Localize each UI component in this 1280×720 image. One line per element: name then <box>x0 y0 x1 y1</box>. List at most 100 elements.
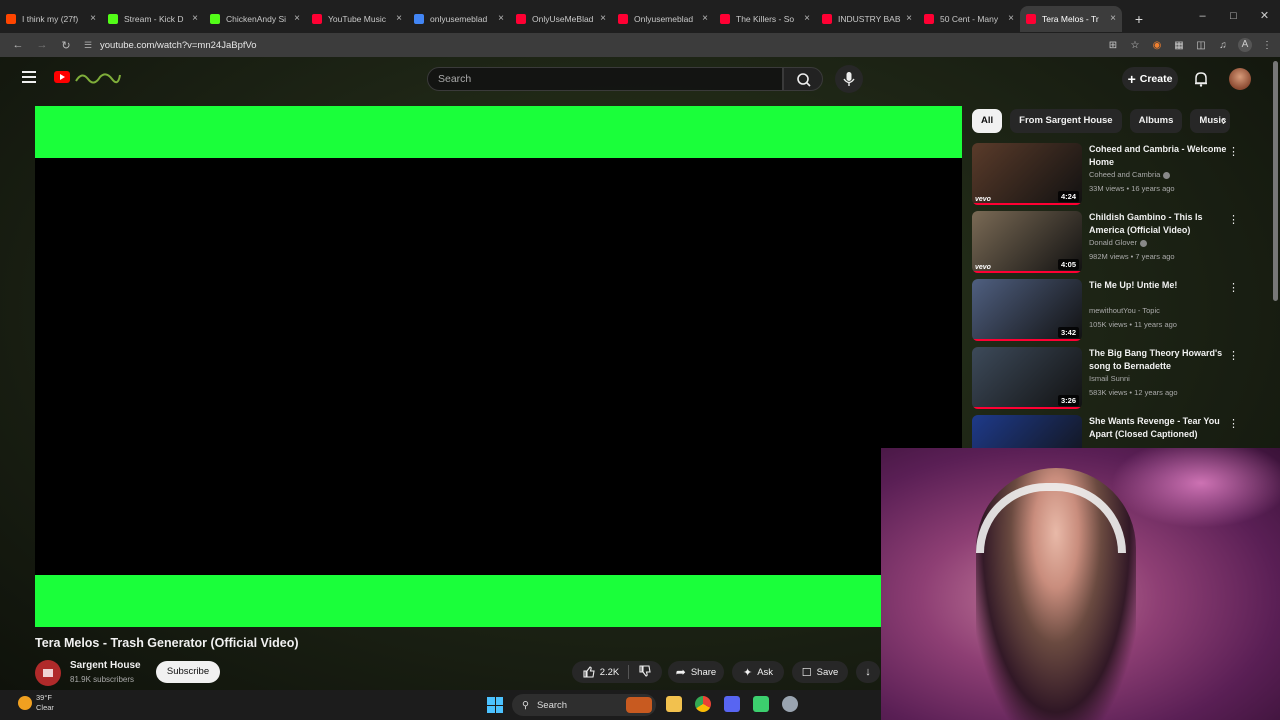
recommendation-title[interactable]: The Big Bang Theory Howard's song to Ber… <box>1089 347 1229 373</box>
recommendation-channel[interactable]: Donald Glover <box>1089 238 1147 247</box>
notifications-bell-icon[interactable] <box>1192 70 1210 88</box>
menu-icon[interactable] <box>22 71 36 83</box>
channel-name[interactable]: Sargent House <box>70 660 141 671</box>
extension-icon[interactable]: ◉ <box>1150 40 1164 51</box>
site-info-icon[interactable]: ☰ <box>84 40 100 51</box>
tab-close-icon[interactable]: × <box>294 13 300 24</box>
subscribe-button[interactable]: Subscribe <box>156 661 220 683</box>
chip-all[interactable]: All <box>972 109 1003 133</box>
taskbar-search[interactable]: ⚲ Search <box>512 694 656 716</box>
tab-close-icon[interactable]: × <box>1008 13 1014 24</box>
bookmark-star-icon[interactable]: ☆ <box>1128 40 1142 51</box>
recommendation-title[interactable]: Childish Gambino - This Is America (Offi… <box>1089 211 1229 237</box>
back-icon[interactable]: ← <box>6 39 30 51</box>
windows-start-icon[interactable] <box>487 697 503 713</box>
like-button[interactable]: 2.2K <box>582 665 619 679</box>
weather-widget[interactable]: 39°F Clear <box>18 693 54 713</box>
recommendation-channel[interactable]: Coheed and Cambria <box>1089 170 1171 179</box>
share-button[interactable]: ➦ Share <box>668 661 724 683</box>
maximize-icon[interactable]: □ <box>1218 0 1249 33</box>
browser-tab[interactable]: YouTube Music × <box>306 6 408 32</box>
video-thumbnail[interactable]: 3:26 <box>972 347 1082 409</box>
browser-tab[interactable]: The Killers - So × <box>714 6 816 32</box>
recommendation-item[interactable]: 4:24 vevo Coheed and Cambria - Welcome Hom… <box>972 143 1242 207</box>
recommendation-title[interactable]: Tie Me Up! Untie Me! <box>1089 279 1229 292</box>
extensions-puzzle-icon[interactable]: ▦ <box>1172 40 1186 51</box>
search-input[interactable]: Search <box>427 67 783 91</box>
recommendation-channel[interactable]: Ismail Sunni <box>1089 374 1130 383</box>
create-button[interactable]: + Create <box>1122 67 1178 91</box>
tab-close-icon[interactable]: × <box>498 13 504 24</box>
video-player[interactable] <box>35 106 962 627</box>
tab-close-icon[interactable]: × <box>396 13 402 24</box>
search-button[interactable] <box>783 67 823 91</box>
plus-icon: + <box>1127 71 1136 87</box>
browser-tab[interactable]: I think my (27f) × <box>0 6 102 32</box>
video-thumbnail[interactable]: 4:05 vevo <box>972 211 1082 273</box>
streaming-app-icon[interactable] <box>753 696 769 712</box>
browser-tab[interactable]: INDUSTRY BAB × <box>816 6 918 32</box>
recommendation-title[interactable]: She Wants Revenge - Tear You Apart (Clos… <box>1089 415 1229 441</box>
reload-icon[interactable]: ↻ <box>54 39 78 52</box>
video-thumbnail[interactable]: 4:24 vevo <box>972 143 1082 205</box>
channel-avatar[interactable] <box>35 660 61 686</box>
chrome-icon[interactable] <box>695 696 711 712</box>
ask-button[interactable]: ✦ Ask <box>732 661 784 683</box>
forward-icon[interactable]: → <box>30 39 54 51</box>
more-options-icon[interactable]: ⋮ <box>1228 145 1239 158</box>
chevron-right-icon[interactable]: › <box>1214 110 1234 132</box>
video-thumbnail[interactable]: 3:42 <box>972 279 1082 341</box>
address-bar[interactable]: ☰ youtube.com/watch?v=mn24JaBpfVo <box>84 35 1104 55</box>
media-controls-icon[interactable]: ♫ <box>1216 40 1230 51</box>
logo-doodle[interactable] <box>74 69 122 85</box>
browser-tab[interactable]: OnlyUseMeBlad × <box>510 6 612 32</box>
tab-close-icon[interactable]: × <box>906 13 912 24</box>
recommendation-title[interactable]: Coheed and Cambria - Welcome Home <box>1089 143 1229 169</box>
recommendation-channel-name: Ismail Sunni <box>1089 374 1130 383</box>
tab-close-icon[interactable]: × <box>90 13 96 24</box>
more-options-icon[interactable]: ⋮ <box>1228 281 1239 294</box>
recommendation-channel[interactable]: mewithoutYou - Topic <box>1089 306 1160 315</box>
settings-gear-icon[interactable] <box>782 696 798 712</box>
tab-close-icon[interactable]: × <box>1110 13 1116 24</box>
save-button[interactable]: ☐ Save <box>792 661 848 683</box>
recommendation-item[interactable]: 3:42 Tie Me Up! Untie Me! mewithoutYou - T… <box>972 279 1242 343</box>
new-tab-button[interactable]: + <box>1128 8 1150 30</box>
browser-tab[interactable]: Tera Melos - Tr × <box>1020 5 1122 32</box>
recommendation-item[interactable]: She Wants Revenge - Tear You Apart (Clos… <box>972 415 1242 451</box>
recommendation-item[interactable]: 3:26 The Big Bang Theory Howard's song to… <box>972 347 1242 411</box>
browser-tab[interactable]: Stream - Kick D × <box>102 6 204 32</box>
file-explorer-icon[interactable] <box>666 696 682 712</box>
more-options-icon[interactable]: ⋮ <box>1228 417 1239 430</box>
chip-from-channel[interactable]: From Sargent House <box>1010 109 1122 133</box>
browser-tab[interactable]: ChickenAndy Si × <box>204 6 306 32</box>
browser-tab[interactable]: 50 Cent - Many × <box>918 6 1020 32</box>
chip-albums[interactable]: Albums <box>1129 109 1183 133</box>
recommendation-channel-name: Coheed and Cambria <box>1089 170 1161 179</box>
recommendation-item[interactable]: 4:05 vevo Childish Gambino - This Is Ameri… <box>972 211 1242 275</box>
youtube-logo[interactable] <box>54 71 70 83</box>
video-thumbnail[interactable] <box>972 415 1082 451</box>
install-icon[interactable]: ⊞ <box>1106 40 1120 51</box>
tab-close-icon[interactable]: × <box>702 13 708 24</box>
more-options-icon[interactable]: ⋮ <box>1228 213 1239 226</box>
minimize-icon[interactable]: – <box>1187 0 1218 33</box>
tab-close-icon[interactable]: × <box>192 13 198 24</box>
voice-search-button[interactable] <box>835 65 863 93</box>
browser-menu-icon[interactable]: ⋮ <box>1260 40 1274 51</box>
download-button[interactable]: ↓ <box>856 661 880 683</box>
tab-close-icon[interactable]: × <box>600 13 606 24</box>
side-panel-icon[interactable]: ◫ <box>1194 40 1208 51</box>
browser-tab[interactable]: Onlyusemeblad × <box>612 6 714 32</box>
page-scrollbar[interactable] <box>1273 61 1278 301</box>
close-window-icon[interactable]: ✕ <box>1249 0 1280 33</box>
more-options-icon[interactable]: ⋮ <box>1228 349 1239 362</box>
tab-title: 50 Cent - Many <box>940 13 999 24</box>
tab-close-icon[interactable]: × <box>804 13 810 24</box>
discord-icon[interactable] <box>724 696 740 712</box>
toolbar-actions: ⊞ ☆ ◉ ▦ ◫ ♫ A ⋮ <box>1106 33 1274 57</box>
account-avatar[interactable] <box>1229 68 1251 90</box>
profile-avatar[interactable]: A <box>1238 38 1252 52</box>
dislike-button[interactable] <box>638 664 652 681</box>
browser-tab[interactable]: onlyusemeblad × <box>408 6 510 32</box>
